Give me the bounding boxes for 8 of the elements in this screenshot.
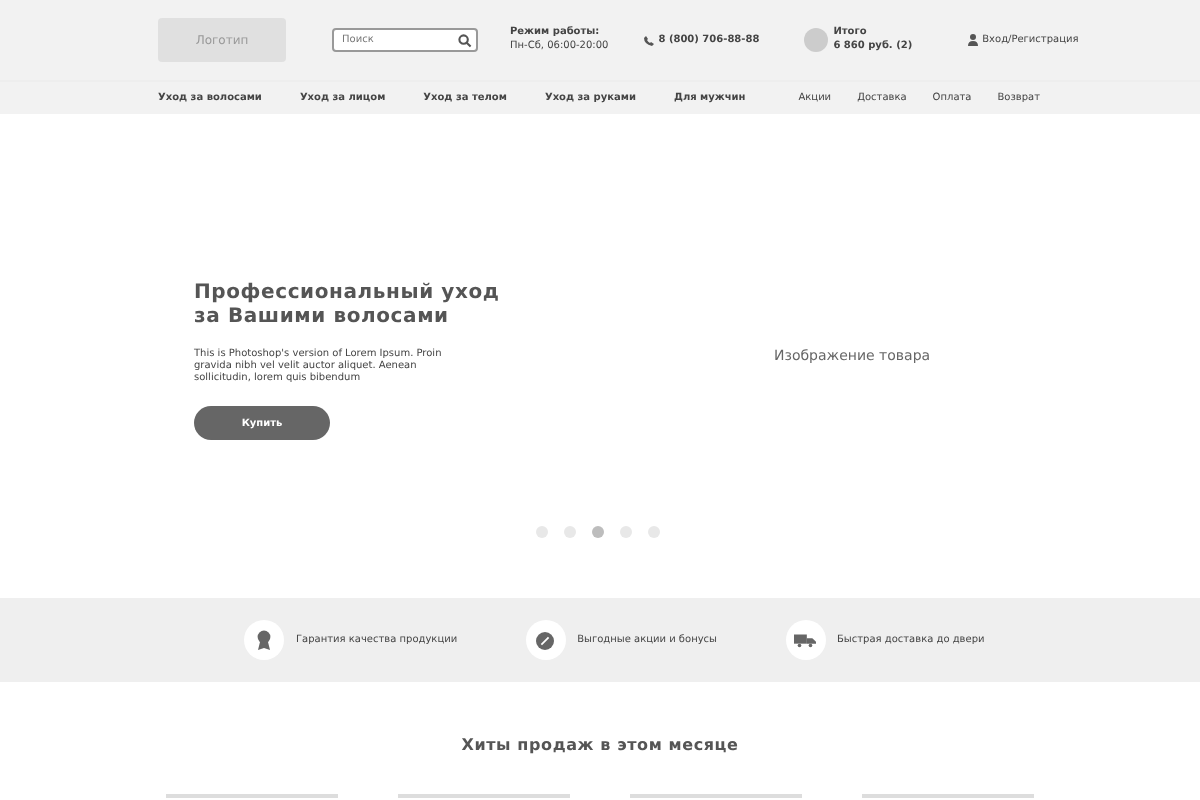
medal-icon: [244, 620, 284, 660]
hero-title: Профессиональный уход за Вашими волосами: [194, 282, 502, 330]
search-icon: [458, 33, 472, 47]
section-title: Хиты продаж в этом месяце: [459, 736, 741, 754]
user-icon: [968, 34, 979, 46]
truck-icon: [785, 620, 825, 660]
phone-icon: [644, 35, 655, 45]
carousel-dot[interactable]: [592, 526, 604, 538]
